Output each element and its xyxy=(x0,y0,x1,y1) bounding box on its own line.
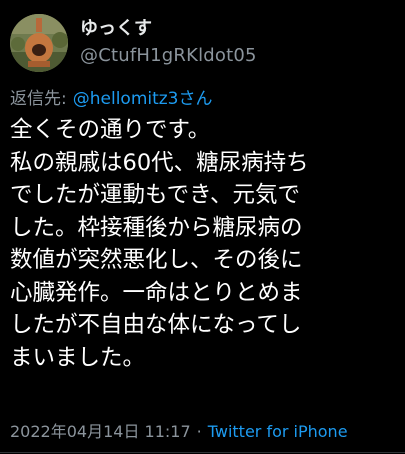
display-name[interactable]: ゆっくす xyxy=(80,14,152,40)
tweet-body-line: 全くその通りです。 xyxy=(10,117,211,143)
reply-prefix: 返信先: xyxy=(10,89,67,109)
source-link[interactable]: Twitter for iPhone xyxy=(208,422,348,441)
tweet-meta: 2022年04月14日 11:17 · Twitter for iPhone xyxy=(10,418,348,442)
user-handle[interactable]: @CtufH1gRKldot05 xyxy=(80,45,257,66)
user-avatar[interactable] xyxy=(10,14,68,72)
timestamp-link[interactable]: 2022年04月14日 11:17 xyxy=(10,422,191,441)
tweet-body-line: 私の親戚は60代、糖尿病持ち xyxy=(10,149,309,176)
reply-mention-link[interactable]: @hellomitz3さん xyxy=(73,89,213,109)
tweet-body-line: 心臓発作。一命はとりとめま xyxy=(10,279,303,306)
meta-separator: · xyxy=(196,422,202,441)
tweet-body-line: 数値が突然悪化し、その後に xyxy=(10,247,303,273)
tweet-card: ゆっくす @CtufH1gRKldot05 返信先: @hellomitz3さん … xyxy=(0,0,405,454)
avatar-chiminea-photo-icon xyxy=(10,14,68,72)
reply-to-line: 返信先: @hellomitz3さん xyxy=(10,84,213,109)
tweet-body-line: したが不自由な体になってし xyxy=(10,312,302,338)
tweet-body-line: でしたが運動もでき、元気で xyxy=(10,182,301,208)
tweet-body: 全くその通りです。 私の親戚は60代、糖尿病持ち でしたが運動もでき、元気で し… xyxy=(10,114,402,374)
divider xyxy=(0,452,405,453)
tweet-body-line: した。枠接種後から糖尿病の xyxy=(10,214,303,241)
tweet-body-line: まいました。 xyxy=(10,344,146,371)
